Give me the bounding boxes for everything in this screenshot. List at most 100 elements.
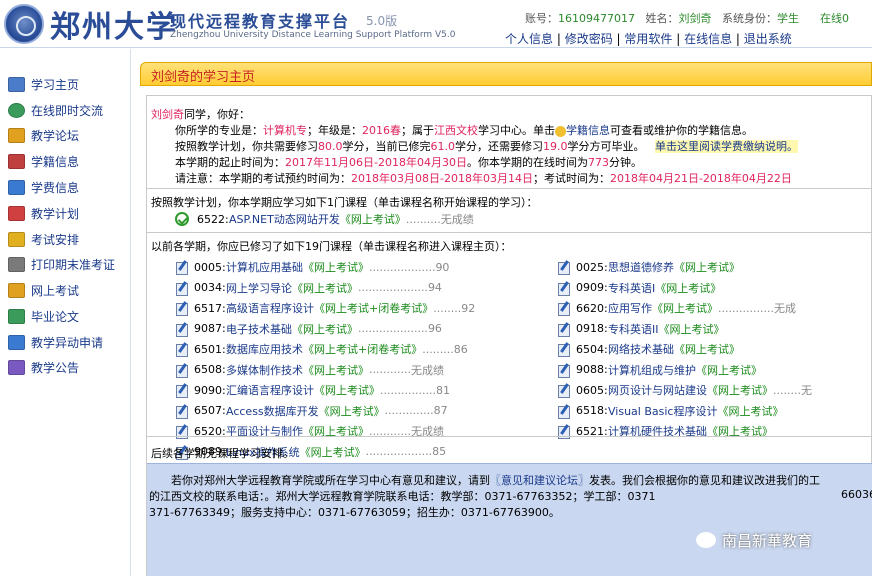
info-text: 可查看或维护你的学籍信息。 [610, 124, 753, 137]
sidebar-item-announcements[interactable]: 教学公告 [8, 356, 79, 378]
link-change-password[interactable]: 修改密码 [565, 32, 613, 46]
course-row[interactable]: 9090: 汇编语言程序设计 《网上考试》................ 81 [175, 381, 450, 399]
course-row[interactable]: 0005: 计算机应用基础 《网上考试》................... 90 [175, 258, 449, 276]
course-name[interactable]: 网络技术基础 [608, 341, 674, 357]
course-name[interactable]: 多媒体制作技术 [226, 362, 303, 378]
info-text: ；考试时间为： [532, 172, 610, 185]
sidebar-item-teaching-plan[interactable]: 教学计划 [8, 202, 79, 224]
course-row[interactable]: 0025: 思想道德修养 《网上考试》 [557, 258, 740, 276]
course-name[interactable]: 网上学习导论 [226, 280, 292, 296]
sidebar-item-online-chat[interactable]: 在线即时交流 [8, 99, 103, 121]
course-row[interactable]: 6521: 计算机硬件技术基础 《网上考试》 [557, 422, 773, 440]
check-circle-icon [175, 212, 189, 226]
course-row[interactable]: 6518: Visual Basic程序设计 《网上考试》 [557, 402, 783, 420]
sidebar-item-study-home[interactable]: 学习主页 [8, 73, 79, 95]
sidebar-item-label: 教学公告 [31, 360, 80, 375]
tuition-notice-link[interactable]: 单击这里阅读学费缴纳说明。 [655, 140, 798, 153]
feedback-forum-link[interactable]: 〖意见和建议论坛〗 [490, 474, 589, 487]
course-row[interactable]: 6520: 平面设计与制作 《网上考试》............ 无成绩 [175, 422, 444, 440]
page-title: 刘剑奇的学习主页 [151, 70, 256, 85]
link-logout[interactable]: 退出系统 [744, 32, 792, 46]
university-seal-logo [4, 4, 44, 44]
platform-english-title: Zhengzhou University Distance Learning S… [170, 30, 456, 40]
sidebar-item-print-admission[interactable]: 打印期末准考证 [8, 253, 115, 275]
info-credits: 按照教学计划，你共需要修习80.0学分，当前已修完61.0学分，还需要修习19.… [175, 138, 798, 154]
role-value: 学生 [776, 12, 799, 25]
sidebar-item-registration[interactable]: 学籍信息 [8, 150, 79, 172]
info-text: 按照教学计划，你共需要修习 [175, 140, 318, 153]
sidebar-item-thesis[interactable]: 毕业论文 [8, 305, 79, 327]
course-exam-type: 《网上考试》 [696, 363, 762, 377]
course-name[interactable]: 思想道德修养 [608, 259, 674, 275]
course-row[interactable]: 0909: 专科英语I 《网上考试》 [557, 279, 721, 297]
course-row[interactable]: 6504: 网络技术基础 《网上考试》 [557, 340, 740, 358]
pencil-icon [175, 404, 189, 419]
sidebar-item-forum[interactable]: 教学论坛 [8, 124, 79, 146]
course-name[interactable]: 汇编语言程序设计 [226, 382, 314, 398]
online-exam-icon [8, 282, 25, 298]
pencil-icon [175, 383, 189, 398]
course-row[interactable]: 0034: 网上学习导论 《网上考试》.................... 94 [175, 279, 442, 297]
watermark-text: 南昌新華教育 [722, 531, 813, 550]
course-code: 0605: [576, 383, 608, 397]
sidebar-item-label: 教学论坛 [31, 128, 80, 143]
course-name[interactable]: 电子技术基础 [226, 321, 292, 337]
course-code: 6504: [576, 342, 608, 356]
course-name[interactable]: 专科英语II [608, 321, 659, 337]
divider [147, 188, 872, 189]
course-name[interactable]: 计算机组成与维护 [608, 362, 696, 378]
course-exam-type: 《网上考试》 [292, 322, 358, 336]
document-icon [8, 76, 25, 92]
course-name[interactable]: 高级语言程序设计 [226, 300, 314, 316]
course-name[interactable]: 专科英语I [608, 280, 655, 296]
course-name[interactable]: 数据库应用技术 [226, 341, 303, 357]
course-score: 无 [800, 384, 812, 397]
pencil-icon [175, 301, 189, 316]
course-score: 85 [432, 445, 447, 458]
link-online-info[interactable]: 在线信息 [684, 32, 732, 46]
link-common-software[interactable]: 常用软件 [624, 32, 672, 46]
course-exam-type: 《网上考试》 [674, 343, 740, 356]
course-name[interactable]: 网页设计与网站建设 [608, 382, 707, 398]
course-row[interactable]: 6508: 多媒体制作技术 《网上考试》............ 无成绩 [175, 361, 444, 379]
course-exam-type: 《网上考试》 [314, 384, 380, 397]
course-dots: ........ [773, 383, 801, 397]
sidebar-item-online-exam[interactable]: 网上考试 [8, 279, 79, 301]
sidebar-item-exam-schedule[interactable]: 考试安排 [8, 228, 79, 250]
major-value: 计算机专 [263, 124, 307, 137]
course-score: 87 [433, 404, 448, 417]
current-course-row[interactable]: 6522: ASP.NET动态网站开发 《网上考试》.......... 无成绩 [175, 210, 474, 228]
course-row[interactable]: 6501: 数据库应用技术 《网上考试+闭卷考试》......... 86 [175, 340, 468, 358]
course-name[interactable]: Visual Basic程序设计 [608, 403, 717, 419]
course-exam-type: 《网上考试》 [658, 322, 725, 336]
sidebar-item-change-apply[interactable]: 教学异动申请 [8, 331, 103, 353]
greeting-name: 刘剑奇 [151, 108, 184, 121]
course-row[interactable]: 9088: 计算机组成与维护 《网上考试》 [557, 361, 762, 379]
course-dots: ............ [369, 363, 411, 376]
link-personal-info[interactable]: 个人信息 [505, 32, 553, 46]
course-row[interactable]: 0605: 网页设计与网站建设 《网上考试》........ 无 [557, 381, 812, 399]
course-name[interactable]: ASP.NET动态网站开发 [229, 211, 340, 227]
course-name[interactable]: 计算机应用基础 [226, 259, 303, 275]
info-exam-dates: 请注意：本学期的考试预约时间为：2018年03月08日-2018年03月14日；… [175, 170, 792, 186]
platform-version: 5.0版 [366, 14, 398, 28]
course-row[interactable]: 6507: Access数据库开发 《网上考试》.............. 87 [175, 402, 448, 420]
course-row[interactable]: 6620: 应用写作 《网上考试》................ 无成 [557, 299, 796, 317]
course-row[interactable]: 6517: 高级语言程序设计 《网上考试+闭卷考试》........ 92 [175, 299, 475, 317]
course-name[interactable]: 应用写作 [608, 300, 652, 316]
course-code: 0909: [576, 281, 608, 294]
center-value: 江西文校 [434, 124, 478, 137]
people-icon [8, 359, 25, 375]
student-record-link[interactable]: 学籍信息 [566, 124, 610, 137]
sidebar-item-tuition[interactable]: 学费信息 [8, 176, 79, 198]
course-row[interactable]: 0918: 专科英语II 《网上考试》 [557, 320, 725, 338]
course-code: 6507: [194, 404, 226, 417]
course-name[interactable]: Access数据库开发 [226, 403, 319, 419]
account-label: 账号： [525, 12, 558, 25]
platform-title: 现代远程教育支撑平台 [170, 12, 351, 31]
printer-icon [8, 256, 25, 272]
course-exam-type: 《网上考试+闭卷考试》 [303, 343, 423, 356]
course-row[interactable]: 9087: 电子技术基础 《网上考试》.................... 96 [175, 320, 442, 338]
info-text: 学分方可毕业。 [567, 140, 645, 153]
course-code: 9090: [194, 383, 226, 397]
